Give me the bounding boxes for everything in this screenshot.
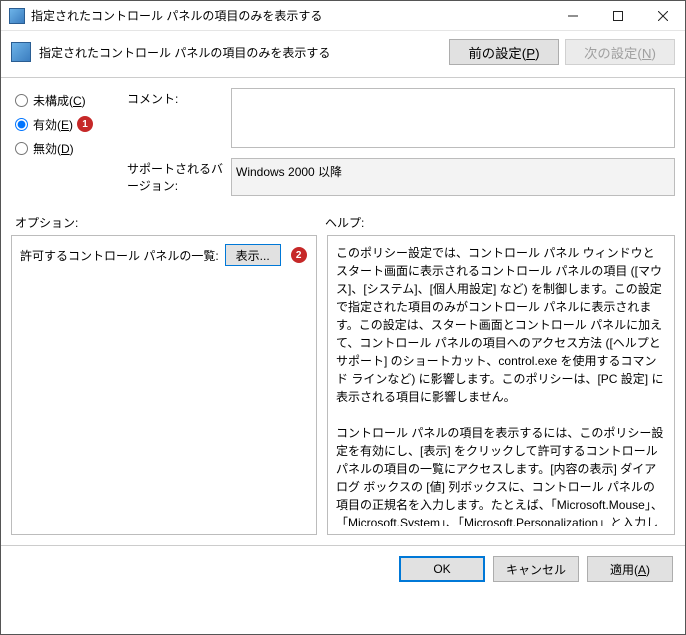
fields-column: コメント: サポートされるバージョン: [127, 88, 675, 196]
radio-enabled[interactable]: 有効(E) 1 [15, 112, 127, 136]
header: 指定されたコントロール パネルの項目のみを表示する 前の設定(P) 次の設定(N… [1, 31, 685, 78]
policy-icon [11, 42, 31, 62]
cancel-button[interactable]: キャンセル [493, 556, 579, 582]
allowed-list-label: 許可するコントロール パネルの一覧: [20, 247, 219, 264]
show-button-label: 表示... [236, 247, 270, 264]
help-scroll[interactable]: このポリシー設定では、コントロール パネル ウィンドウとスタート画面に表示される… [336, 244, 666, 526]
help-label: ヘルプ: [325, 214, 364, 231]
help-panel: このポリシー設定では、コントロール パネル ウィンドウとスタート画面に表示される… [327, 235, 675, 535]
radio-disabled-input[interactable] [15, 142, 28, 155]
comment-input[interactable] [231, 88, 675, 148]
supported-row: サポートされるバージョン: [127, 158, 675, 196]
footer: OK キャンセル 適用(A) [1, 545, 685, 592]
apply-label: 適用(A) [610, 561, 650, 578]
comment-label: コメント: [127, 88, 231, 107]
radio-not-configured[interactable]: 未構成(C) [15, 88, 127, 112]
app-icon [9, 8, 25, 24]
cancel-label: キャンセル [506, 561, 566, 578]
radio-not-configured-label: 未構成(C) [33, 92, 86, 109]
radio-group: 未構成(C) 有効(E) 1 無効(D) [15, 88, 127, 196]
options-panel: 許可するコントロール パネルの一覧: 表示... 2 [11, 235, 317, 535]
titlebar: 指定されたコントロール パネルの項目のみを表示する [1, 1, 685, 31]
options-label: オプション: [15, 214, 325, 231]
show-button[interactable]: 表示... [225, 244, 281, 266]
previous-setting-button[interactable]: 前の設定(P) [449, 39, 559, 65]
minimize-button[interactable] [550, 1, 595, 30]
options-line: 許可するコントロール パネルの一覧: 表示... 2 [20, 244, 308, 266]
apply-button[interactable]: 適用(A) [587, 556, 673, 582]
section-labels: オプション: ヘルプ: [1, 202, 685, 235]
radio-enabled-input[interactable] [15, 118, 28, 131]
header-title: 指定されたコントロール パネルの項目のみを表示する [39, 44, 443, 61]
annotation-badge-1: 1 [77, 116, 93, 132]
help-paragraph-1: このポリシー設定では、コントロール パネル ウィンドウとスタート画面に表示される… [336, 244, 666, 406]
next-setting-label: 次の設定(N) [584, 43, 656, 62]
previous-setting-label: 前の設定(P) [468, 43, 539, 62]
radio-disabled-label: 無効(D) [33, 140, 74, 157]
window-title: 指定されたコントロール パネルの項目のみを表示する [31, 7, 550, 24]
maximize-button[interactable] [595, 1, 640, 30]
ok-button[interactable]: OK [399, 556, 485, 582]
config-row: 未構成(C) 有効(E) 1 無効(D) コメント: サポートされるバージョン: [1, 78, 685, 202]
radio-not-configured-input[interactable] [15, 94, 28, 107]
help-paragraph-2: コントロール パネルの項目を表示するには、このポリシー設定を有効にし、[表示] … [336, 424, 666, 526]
radio-enabled-label: 有効(E) [33, 116, 73, 133]
close-button[interactable] [640, 1, 685, 30]
supported-label: サポートされるバージョン: [127, 158, 231, 194]
supported-value [231, 158, 675, 196]
ok-label: OK [433, 562, 450, 576]
annotation-badge-2: 2 [291, 247, 307, 263]
next-setting-button: 次の設定(N) [565, 39, 675, 65]
panels-row: 許可するコントロール パネルの一覧: 表示... 2 このポリシー設定では、コン… [1, 235, 685, 545]
comment-row: コメント: [127, 88, 675, 148]
radio-disabled[interactable]: 無効(D) [15, 136, 127, 160]
